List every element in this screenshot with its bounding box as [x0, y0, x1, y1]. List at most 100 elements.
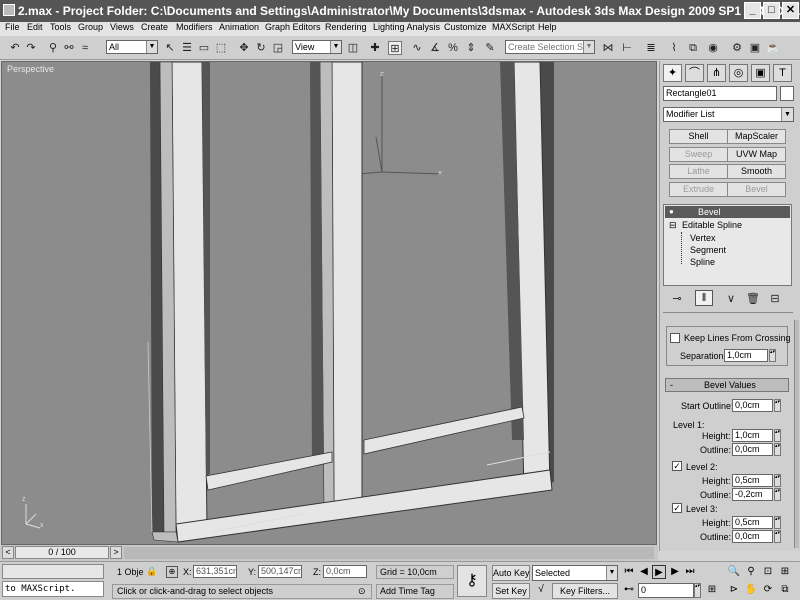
show-end-result-icon[interactable]: ‖: [695, 290, 713, 306]
key-mode-dropdown[interactable]: Selected ▼: [532, 565, 618, 581]
minimize-button[interactable]: _: [744, 2, 761, 19]
utilities-tab-icon[interactable]: T: [773, 64, 792, 82]
rendered-frame-window-icon[interactable]: ▣: [748, 41, 762, 55]
menu-create[interactable]: Create: [141, 22, 168, 32]
time-slider-prev[interactable]: <: [2, 546, 14, 559]
window-crossing-icon[interactable]: ⬚: [214, 41, 228, 55]
modifier-uvw-map-button[interactable]: UVW Map: [727, 147, 786, 162]
hierarchy-tab-icon[interactable]: ⋔: [707, 64, 726, 82]
align-icon[interactable]: ⊢: [620, 41, 634, 55]
selection-filter-dropdown[interactable]: All ▼: [106, 40, 158, 54]
rotate-icon[interactable]: ↻: [254, 41, 268, 55]
level-2-outline-spinner[interactable]: ▴▾: [774, 488, 781, 501]
layer-manager-icon[interactable]: ≣: [644, 41, 658, 55]
move-icon[interactable]: ✥: [237, 41, 251, 55]
material-editor-icon[interactable]: ◉: [706, 41, 720, 55]
keyboard-shortcut-override-icon[interactable]: ⊞: [388, 41, 402, 55]
stack-item-bevel[interactable]: Bevel: [698, 207, 721, 217]
display-tab-icon[interactable]: ▣: [751, 64, 770, 82]
zoom-all-icon[interactable]: ⚲: [744, 565, 758, 579]
menu-rendering[interactable]: Rendering: [325, 22, 367, 32]
menu-views[interactable]: Views: [110, 22, 134, 32]
stack-subobject-segment[interactable]: Segment: [690, 245, 726, 255]
menu-modifiers[interactable]: Modifiers: [176, 22, 213, 32]
keep-lines-checkbox[interactable]: [670, 333, 680, 343]
level-3-checkbox[interactable]: ✓: [672, 503, 682, 513]
start-outline-spinner[interactable]: ▴▾: [774, 399, 781, 412]
stack-subobject-spline[interactable]: Spline: [690, 257, 715, 267]
orbit-icon[interactable]: ⟳: [761, 583, 775, 597]
modifier-smooth-button[interactable]: Smooth: [727, 164, 786, 179]
snaps-toggle-icon[interactable]: ∿: [410, 41, 424, 55]
select-and-manipulate-icon[interactable]: ✚: [368, 41, 382, 55]
maxscript-mini-listener[interactable]: to MAXScript.: [2, 581, 104, 597]
level-2-checkbox[interactable]: ✓: [672, 461, 682, 471]
absolute-mode-icon[interactable]: ⊕: [166, 566, 178, 578]
key-filters-button[interactable]: Key Filters...: [552, 583, 618, 599]
modifier-stack[interactable]: ● Bevel ⊟ Editable Spline Vertex Segment…: [663, 204, 792, 286]
z-coord-field[interactable]: 0,0cm: [323, 565, 367, 578]
level-1-height-spinner[interactable]: ▴▾: [774, 429, 781, 442]
menu-lighting-analysis[interactable]: Lighting Analysis: [373, 22, 440, 32]
y-coord-field[interactable]: 500,147cm: [258, 565, 302, 578]
default-in-out-tangent-icon[interactable]: √: [532, 584, 550, 599]
zoom-extents-all-icon[interactable]: ⊞: [778, 565, 792, 579]
angle-snap-icon[interactable]: ∡: [428, 41, 442, 55]
lock-icon[interactable]: 🔒: [146, 566, 157, 577]
stack-item-editable-spline[interactable]: Editable Spline: [682, 220, 742, 230]
curve-editor-icon[interactable]: ⌇: [667, 41, 681, 55]
stack-subobject-vertex[interactable]: Vertex: [690, 233, 716, 243]
app-icon[interactable]: [3, 4, 15, 16]
zoom-extents-icon[interactable]: ⊡: [761, 565, 775, 579]
undo-icon[interactable]: ↶: [8, 41, 22, 55]
make-unique-icon[interactable]: ∨: [724, 292, 738, 306]
menu-edit[interactable]: Edit: [27, 22, 43, 32]
x-coord-field[interactable]: 631,351cm: [193, 565, 237, 578]
level-1-outline-spinner[interactable]: ▴▾: [774, 443, 781, 456]
maximize-viewport-icon[interactable]: ⧉: [778, 583, 792, 597]
select-and-link-icon[interactable]: ⚲: [46, 41, 60, 55]
current-frame-field[interactable]: 0: [638, 583, 694, 598]
modifier-mapscaler-button[interactable]: MapScaler: [727, 129, 786, 144]
next-frame-icon[interactable]: ▶: [668, 565, 682, 579]
auto-key-button[interactable]: Auto Key: [492, 565, 530, 581]
zoom-icon[interactable]: 🔍: [727, 565, 741, 579]
menu-graph-editors[interactable]: Graph Editors: [265, 22, 321, 32]
maximize-button[interactable]: □: [763, 2, 780, 19]
menu-help[interactable]: Help: [538, 22, 557, 32]
quick-render-icon[interactable]: ☕: [766, 41, 780, 55]
command-panel-scrollbar[interactable]: [794, 320, 799, 548]
select-object-icon[interactable]: ↖: [163, 41, 177, 55]
time-track[interactable]: [124, 547, 654, 559]
play-icon[interactable]: ▶: [652, 565, 666, 579]
separation-field[interactable]: 1,0cm: [724, 349, 768, 362]
pin-stack-icon[interactable]: ⊸: [670, 292, 684, 306]
current-frame-spinner[interactable]: ▴▾: [694, 583, 701, 598]
perspective-viewport[interactable]: Perspective z x z x: [1, 61, 657, 545]
close-button[interactable]: ✕: [782, 2, 799, 19]
redo-icon[interactable]: ↷: [24, 41, 38, 55]
set-key-button[interactable]: Set Key: [492, 583, 530, 599]
configure-modifier-sets-icon[interactable]: ⊟: [768, 292, 782, 306]
mirror-icon[interactable]: ⋈: [601, 41, 615, 55]
modifier-extrude-button[interactable]: Extrude: [669, 182, 728, 197]
time-slider-thumb[interactable]: 0 / 100: [15, 546, 109, 559]
field-of-view-icon[interactable]: ⊳: [727, 583, 741, 597]
named-selection-set-dropdown[interactable]: Create Selection Set ▼: [505, 40, 595, 54]
unlink-icon[interactable]: ⚯: [62, 41, 76, 55]
bind-space-warp-icon[interactable]: ≈: [78, 41, 92, 55]
menu-file[interactable]: File: [5, 22, 20, 32]
modifier-shell-button[interactable]: Shell: [669, 129, 728, 144]
modifier-bevel-button[interactable]: Bevel: [727, 182, 786, 197]
edit-named-selection-icon[interactable]: ✎: [483, 41, 497, 55]
maxscript-listener-top[interactable]: [2, 564, 104, 579]
object-color-swatch[interactable]: [780, 86, 794, 101]
time-tag-icon[interactable]: ⊙: [358, 586, 366, 597]
menu-customize[interactable]: Customize: [444, 22, 487, 32]
menu-animation[interactable]: Animation: [219, 22, 259, 32]
reference-coordinate-dropdown[interactable]: View ▼: [292, 40, 342, 54]
create-tab-icon[interactable]: ✦: [663, 64, 682, 82]
separation-spinner[interactable]: ▴▾: [769, 349, 776, 362]
previous-frame-icon[interactable]: ◀: [637, 565, 651, 579]
pan-view-icon[interactable]: ✋: [744, 583, 758, 597]
